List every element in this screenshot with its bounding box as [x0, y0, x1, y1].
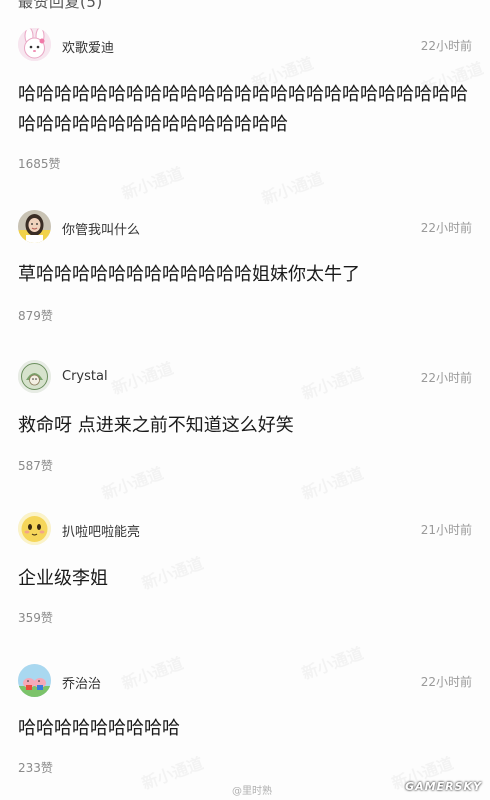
cartoon-pigs-avatar[interactable] — [18, 664, 51, 697]
comment-username[interactable]: 欢歌爱迪 — [62, 37, 114, 56]
like-count[interactable]: 879赞 — [18, 307, 53, 324]
like-count[interactable]: 587赞 — [18, 457, 53, 474]
comment-username[interactable]: Crystal — [62, 369, 108, 384]
section-title: 最赞回复(5) — [18, 0, 103, 11]
yellow-face-avatar[interactable] — [18, 512, 51, 545]
green-badge-avatar[interactable] — [18, 360, 51, 393]
like-count[interactable]: 1685赞 — [18, 155, 61, 172]
like-count[interactable]: 233赞 — [18, 759, 53, 776]
weibo-watermark: @里时熟 — [232, 786, 272, 797]
comment-content: 哈哈哈哈哈哈哈哈哈哈哈哈哈哈哈哈哈哈哈哈哈哈哈哈哈哈哈哈哈哈哈哈哈哈哈哈哈哈哈哈 — [18, 84, 468, 135]
comment-content: 救命呀 点进来之前不知道这么好笑 — [18, 415, 294, 436]
comment-time: 22小时前 — [420, 221, 472, 235]
comment-username[interactable]: 扒啦吧啦能亮 — [62, 521, 140, 540]
pink-bunny-avatar[interactable] — [18, 28, 51, 61]
girl-photo-avatar[interactable] — [18, 210, 51, 243]
site-watermark: GAMERSKY — [405, 780, 482, 793]
comment-time: 22小时前 — [420, 371, 472, 385]
comment-time: 21小时前 — [420, 523, 472, 537]
like-count[interactable]: 359赞 — [18, 609, 53, 626]
comment-time: 22小时前 — [420, 675, 472, 689]
comment-content: 草哈哈哈哈哈哈哈哈哈哈哈哈姐妹你太牛了 — [18, 264, 360, 285]
comment-content: 哈哈哈哈哈哈哈哈哈 — [18, 718, 180, 739]
comment-page: 新小通道 新小通道 新小通道 新小通道 新小通道 新小通道 新小通道 新小通道 … — [0, 0, 490, 800]
comment-username[interactable]: 你管我叫什么 — [62, 219, 140, 238]
comment-time: 22小时前 — [420, 39, 472, 53]
comment-username[interactable]: 乔治治 — [62, 673, 101, 692]
comment-content: 企业级李姐 — [18, 568, 108, 589]
